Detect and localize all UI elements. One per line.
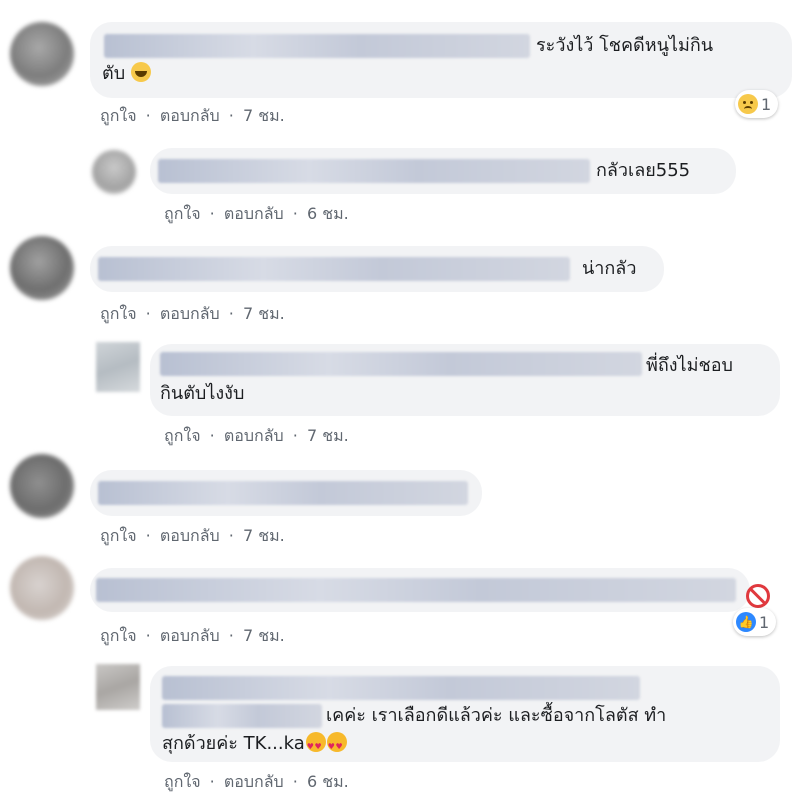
comment-actions: ถูกใจ · ตอบกลับ · 7 ชม.	[100, 104, 285, 129]
redacted-author	[98, 257, 570, 281]
timestamp[interactable]: 7 ชม.	[243, 302, 285, 327]
timestamp[interactable]: 6 ชม.	[307, 202, 349, 227]
avatar[interactable]	[10, 454, 74, 518]
comment-text-line3: สุกด้วยค่ะ TK...ka	[162, 730, 347, 761]
separator: ·	[228, 106, 234, 125]
separator: ·	[209, 204, 215, 223]
comment-text: น่ากลัว	[582, 258, 637, 279]
redacted-text	[98, 481, 468, 505]
reply-link[interactable]: ตอบกลับ	[160, 624, 220, 649]
timestamp[interactable]: 7 ชม.	[307, 424, 349, 449]
separator: ·	[292, 772, 298, 791]
like-link[interactable]: ถูกใจ	[164, 770, 201, 795]
separator: ·	[292, 426, 298, 445]
timestamp[interactable]: 6 ชม.	[307, 770, 349, 795]
redacted-author	[160, 352, 642, 376]
avatar[interactable]	[10, 236, 74, 300]
timestamp[interactable]: 7 ชม.	[243, 624, 285, 649]
comment-bubble: กลัวเลย555	[150, 148, 736, 194]
like-link[interactable]: ถูกใจ	[164, 202, 201, 227]
like-link[interactable]: ถูกใจ	[100, 302, 137, 327]
timestamp[interactable]: 7 ชม.	[243, 104, 285, 129]
reaction-badge[interactable]: 👍 1	[733, 608, 777, 636]
heart-eyes-emoji	[326, 732, 347, 761]
reaction-badge[interactable]: 1	[735, 90, 779, 118]
reaction-count: 1	[761, 94, 772, 114]
comment-text: ระวังไว้ โชคดีหนูไม่กิน	[536, 35, 714, 56]
avatar[interactable]	[92, 150, 136, 194]
sad-emoji-icon	[738, 94, 758, 114]
separator: ·	[228, 304, 234, 323]
comment-bubble: พี่ถึงไม่ชอบ กินตับไงงับ	[150, 344, 780, 416]
comment-actions: ถูกใจ · ตอบกลับ · 7 ชม.	[164, 424, 349, 449]
timestamp[interactable]: 7 ชม.	[243, 524, 285, 549]
separator: ·	[145, 106, 151, 125]
comment-bubble: ระวังไว้ โชคดีหนูไม่กิน ตับ	[90, 22, 792, 98]
reply-link[interactable]: ตอบกลับ	[160, 524, 220, 549]
separator: ·	[209, 772, 215, 791]
separator: ·	[145, 304, 151, 323]
redacted-author	[104, 34, 530, 58]
separator: ·	[228, 526, 234, 545]
comment-actions: ถูกใจ · ตอบกลับ · 7 ชม.	[100, 524, 285, 549]
separator: ·	[145, 526, 151, 545]
like-icon: 👍	[736, 612, 756, 632]
reply-link[interactable]: ตอบกลับ	[224, 202, 284, 227]
comment-bubble	[90, 470, 482, 516]
comment-bubble	[90, 568, 750, 612]
hidden-comment-icon[interactable]	[746, 584, 770, 608]
comment-text: พี่ถึงไม่ชอบ	[646, 355, 733, 376]
avatar[interactable]	[10, 556, 74, 620]
redacted-text	[162, 704, 322, 728]
laughing-emoji	[131, 62, 152, 82]
avatar[interactable]	[96, 342, 140, 392]
avatar[interactable]	[96, 664, 140, 710]
reaction-count: 1	[759, 612, 770, 632]
comment-actions: ถูกใจ · ตอบกลับ · 6 ชม.	[164, 202, 349, 227]
comment-bubble: น่ากลัว	[90, 246, 664, 292]
separator: ·	[228, 626, 234, 645]
comment-actions: ถูกใจ · ตอบกลับ · 6 ชม.	[164, 770, 349, 795]
redacted-author	[162, 676, 640, 700]
reply-link[interactable]: ตอบกลับ	[224, 770, 284, 795]
like-link[interactable]: ถูกใจ	[100, 104, 137, 129]
redacted-text	[96, 578, 736, 602]
like-link[interactable]: ถูกใจ	[100, 624, 137, 649]
heart-eyes-emoji	[305, 732, 326, 761]
comment-actions: ถูกใจ · ตอบกลับ · 7 ชม.	[100, 302, 285, 327]
reply-link[interactable]: ตอบกลับ	[160, 302, 220, 327]
separator: ·	[145, 626, 151, 645]
comment-text-line2: ตับ	[102, 60, 152, 88]
comment-text: กลัวเลย555	[596, 160, 691, 181]
reply-link[interactable]: ตอบกลับ	[160, 104, 220, 129]
like-link[interactable]: ถูกใจ	[164, 424, 201, 449]
redacted-author	[158, 159, 590, 183]
reply-link[interactable]: ตอบกลับ	[224, 424, 284, 449]
comment-text-line2: เคค่ะ เราเลือกดีแล้วค่ะ และซื้อจากโลตัส …	[326, 705, 667, 726]
comment-bubble: เคค่ะ เราเลือกดีแล้วค่ะ และซื้อจากโลตัส …	[150, 666, 780, 762]
comment-text-line2: กินตับไงงับ	[160, 383, 245, 404]
separator: ·	[292, 204, 298, 223]
comment-actions: ถูกใจ · ตอบกลับ · 7 ชม.	[100, 624, 285, 649]
avatar[interactable]	[10, 22, 74, 86]
separator: ·	[209, 426, 215, 445]
like-link[interactable]: ถูกใจ	[100, 524, 137, 549]
